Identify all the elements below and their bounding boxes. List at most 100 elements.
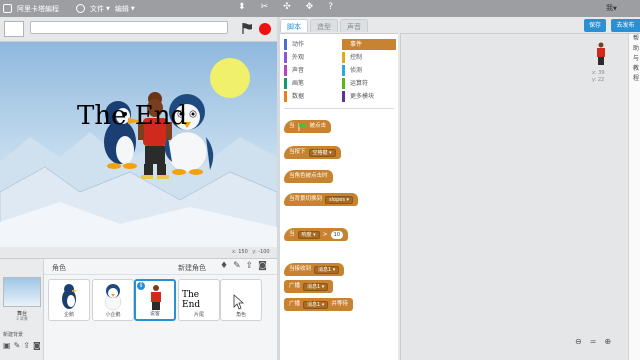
project-thumbnail[interactable] (4, 21, 24, 37)
zoom-in-icon[interactable]: ⊕ (604, 337, 611, 346)
sprite-name: 企鹅 (63, 312, 74, 318)
stop-button[interactable] (259, 23, 271, 35)
app-logo-icon[interactable] (3, 4, 12, 13)
paint-brush-icon[interactable]: ✎ (233, 261, 241, 271)
message-dropdown[interactable]: 消息1 ▾ (303, 300, 329, 309)
sprite-name: 小企鹅 (105, 312, 121, 318)
chevron-down-icon: ▼ (106, 5, 110, 12)
zoom-out-icon[interactable]: ⊖ (575, 337, 582, 346)
tab-sounds[interactable]: 声音 (340, 19, 368, 32)
user-name: 我 (606, 4, 613, 12)
backdrop-count: 3 背景 (16, 316, 28, 321)
language-globe-icon[interactable] (76, 4, 85, 13)
block-text: 当按下 (289, 149, 306, 155)
zoom-controls: ⊖ = ⊕ (575, 337, 611, 346)
key-value: 空格键 (312, 149, 328, 156)
sprite-name: 片尾 (193, 312, 204, 318)
category-events[interactable]: 事件 (342, 39, 396, 50)
sensor-value: 响度 (301, 231, 312, 238)
upload-icon[interactable]: ⇪ (246, 261, 254, 271)
grow-icon[interactable]: ✣ (283, 2, 291, 12)
user-menu[interactable]: 我▼ (606, 3, 617, 13)
help-char: 程 (633, 75, 640, 82)
block-text: 当 (289, 123, 295, 129)
sprite-tile-sprite[interactable]: 角色 (220, 279, 262, 321)
shrink-icon[interactable]: ✥ (306, 2, 314, 12)
broadcast-and-wait-block[interactable]: 广播 消息1 ▾ 并等待 (284, 298, 353, 311)
share-button[interactable]: 去发布 (611, 19, 640, 32)
category-sound[interactable]: 声音 (284, 65, 338, 76)
tab-scripts[interactable]: 脚本 (280, 19, 308, 32)
app-name[interactable]: 阿里卡塔編程 (17, 4, 59, 14)
sun (210, 58, 250, 98)
message-value: 消息1 (307, 301, 321, 308)
when-backdrop-switches-block[interactable]: 当背景切换到 slopes ▾ (284, 193, 359, 206)
stage-thumbnail[interactable] (3, 277, 41, 307)
camera-icon[interactable]: ◙ (258, 261, 267, 271)
backdrop-dropdown[interactable]: slopes ▾ (325, 195, 354, 204)
green-flag-icon[interactable] (240, 22, 254, 35)
category-motion[interactable]: 动作 (284, 39, 338, 50)
the-end-text[interactable]: The End (77, 101, 187, 131)
mouse-x-value: 150 (238, 249, 248, 255)
save-button[interactable]: 保存 (584, 19, 606, 32)
chevron-down-icon: ▼ (613, 6, 617, 12)
when-flag-clicked-block[interactable]: 当 被点击 (284, 120, 332, 133)
help-panel[interactable]: 帮 助 与 教 程 (628, 34, 640, 360)
file-menu[interactable]: 文件 ▼ (90, 4, 110, 14)
block-text: 当背景切换到 (289, 196, 323, 202)
sensor-dropdown[interactable]: 响度 ▾ (297, 230, 320, 239)
sprite-tile-baby-penguin[interactable]: 小企鹅 (92, 279, 134, 321)
zoom-reset-icon[interactable]: = (590, 337, 597, 346)
edit-menu[interactable]: 编辑 ▼ (115, 4, 135, 14)
mouse-x-label: x: (232, 249, 237, 255)
message-dropdown[interactable]: 消息1 ▾ (314, 265, 340, 274)
stage-canvas[interactable]: The End (0, 41, 277, 247)
broadcast-block[interactable]: 广播 消息1 ▾ (284, 280, 334, 293)
message-value: 消息1 (307, 283, 321, 290)
edit-menu-label: 编辑 (114, 4, 129, 13)
when-key-pressed-block[interactable]: 当按下 空格键 ▾ (284, 146, 341, 159)
sprites-title: 角色 (52, 264, 66, 272)
editor-tabs: 脚本 造型 声音 (280, 19, 368, 32)
category-control[interactable]: 控制 (342, 52, 396, 63)
category-more-blocks[interactable]: 更多模块 (342, 91, 396, 102)
sprite-thumb-text: The End (182, 290, 201, 310)
new-backdrop-tools: ▣ ✎ ⇪ ◙ (3, 341, 41, 350)
loudness-number-input[interactable]: 10 (330, 230, 344, 239)
camera-icon[interactable]: ◙ (33, 341, 41, 350)
block-text: 广播 (289, 283, 301, 289)
stage-backdrop: The End (0, 42, 277, 247)
image-library-icon[interactable]: ▣ (3, 341, 11, 350)
block-text: 当角色被点击时 (289, 173, 328, 179)
help-question-icon[interactable]: ? (328, 2, 333, 12)
category-data[interactable]: 数据 (284, 91, 338, 102)
boy-thumb (151, 285, 161, 310)
when-loudness-block[interactable]: 当 响度 ▾ > 10 (284, 228, 349, 241)
sprite-tile-selected[interactable]: i 说客 (134, 279, 176, 321)
cursor-icon (233, 294, 245, 310)
new-backdrop-label: 新建背景 (3, 332, 24, 338)
when-receive-block[interactable]: 当接收到 消息1 ▾ (284, 263, 345, 276)
stage-selector[interactable]: 舞台 3 背景 新建背景 ▣ ✎ ⇪ ◙ (0, 259, 44, 360)
backdrop-value: slopes (329, 196, 345, 203)
category-looks[interactable]: 外观 (284, 52, 338, 63)
category-pen[interactable]: 画笔 (284, 78, 338, 89)
block-text: 当 (289, 231, 295, 237)
category-operators[interactable]: 运算符 (342, 78, 396, 89)
tab-costumes[interactable]: 造型 (310, 19, 338, 32)
sprite-tile-penguin[interactable]: 企鹅 (48, 279, 90, 321)
sprite-tile-ending[interactable]: The End 片尾 (178, 279, 220, 321)
paint-brush-icon[interactable]: ✎ (14, 341, 21, 350)
category-sensing[interactable]: 侦测 (342, 65, 396, 76)
message-dropdown[interactable]: 消息1 ▾ (303, 282, 329, 291)
mouse-coordinates: x: 150 y: -100 (232, 249, 270, 255)
upload-icon[interactable]: ⇪ (23, 341, 30, 350)
duplicate-stamp-icon[interactable]: ⬍ (238, 2, 246, 12)
when-sprite-clicked-block[interactable]: 当角色被点击时 (284, 170, 333, 183)
sprite-library-icon[interactable]: ♦ (220, 261, 228, 271)
key-dropdown[interactable]: 空格键 ▾ (308, 148, 336, 157)
project-title-input[interactable] (30, 21, 228, 34)
delete-scissors-icon[interactable]: ✂ (261, 2, 269, 12)
new-sprite-tools: ♦ ✎ ⇪ ◙ (220, 261, 267, 271)
